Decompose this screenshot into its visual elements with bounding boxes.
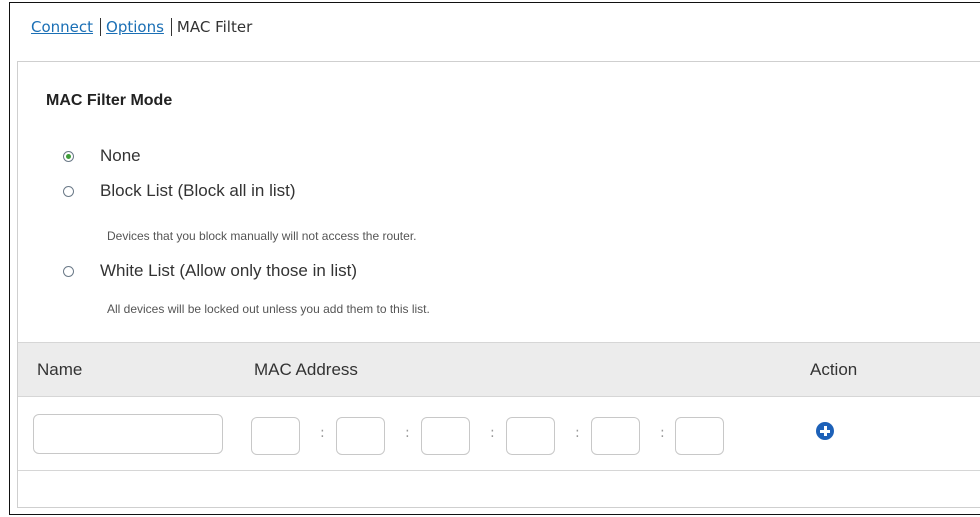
name-input[interactable] — [33, 414, 223, 454]
breadcrumb-separator — [170, 18, 172, 36]
mac-separator: : — [405, 425, 410, 441]
mac-separator: : — [490, 425, 495, 441]
breadcrumb-separator — [100, 18, 102, 36]
radio-label-block-list: Block List (Block all in list) — [100, 181, 296, 200]
radio-option-none[interactable]: None — [63, 146, 141, 166]
breadcrumb-current: MAC Filter — [176, 18, 253, 36]
mac-octet-6-input[interactable] — [675, 417, 724, 455]
white-list-hint: All devices will be locked out unless yo… — [107, 302, 430, 316]
table-header: Name MAC Address Action — [18, 342, 980, 397]
mac-octet-1-input[interactable] — [251, 417, 300, 455]
add-icon[interactable] — [816, 422, 834, 440]
mac-separator: : — [320, 425, 325, 441]
mac-filter-mode-title: MAC Filter Mode — [46, 92, 173, 109]
column-header-name: Name — [37, 360, 83, 379]
radio-option-block-list[interactable]: Block List (Block all in list) — [63, 181, 296, 201]
breadcrumb: Connect Options MAC Filter — [31, 18, 252, 36]
mac-octet-3-input[interactable] — [421, 417, 470, 455]
table-row: : : : : : — [18, 397, 980, 471]
radio-option-white-list[interactable]: White List (Allow only those in list) — [63, 261, 357, 281]
mac-filter-panel: MAC Filter Mode None Block List (Block a… — [17, 61, 980, 508]
radio-button-none[interactable] — [63, 150, 74, 162]
mac-octet-2-input[interactable] — [336, 417, 385, 455]
radio-button-white-list[interactable] — [63, 265, 74, 277]
column-header-mac-address: MAC Address — [254, 360, 358, 379]
mac-separator: : — [660, 425, 665, 441]
mac-octet-4-input[interactable] — [506, 417, 555, 455]
radio-label-none: None — [100, 146, 141, 165]
block-list-hint: Devices that you block manually will not… — [107, 229, 417, 243]
radio-label-white-list: White List (Allow only those in list) — [100, 261, 357, 280]
mac-separator: : — [575, 425, 580, 441]
mac-octet-5-input[interactable] — [591, 417, 640, 455]
radio-button-block-list[interactable] — [63, 185, 74, 197]
breadcrumb-options-link[interactable]: Options — [106, 18, 164, 36]
breadcrumb-connect-link[interactable]: Connect — [31, 18, 93, 36]
column-header-action: Action — [810, 360, 858, 379]
